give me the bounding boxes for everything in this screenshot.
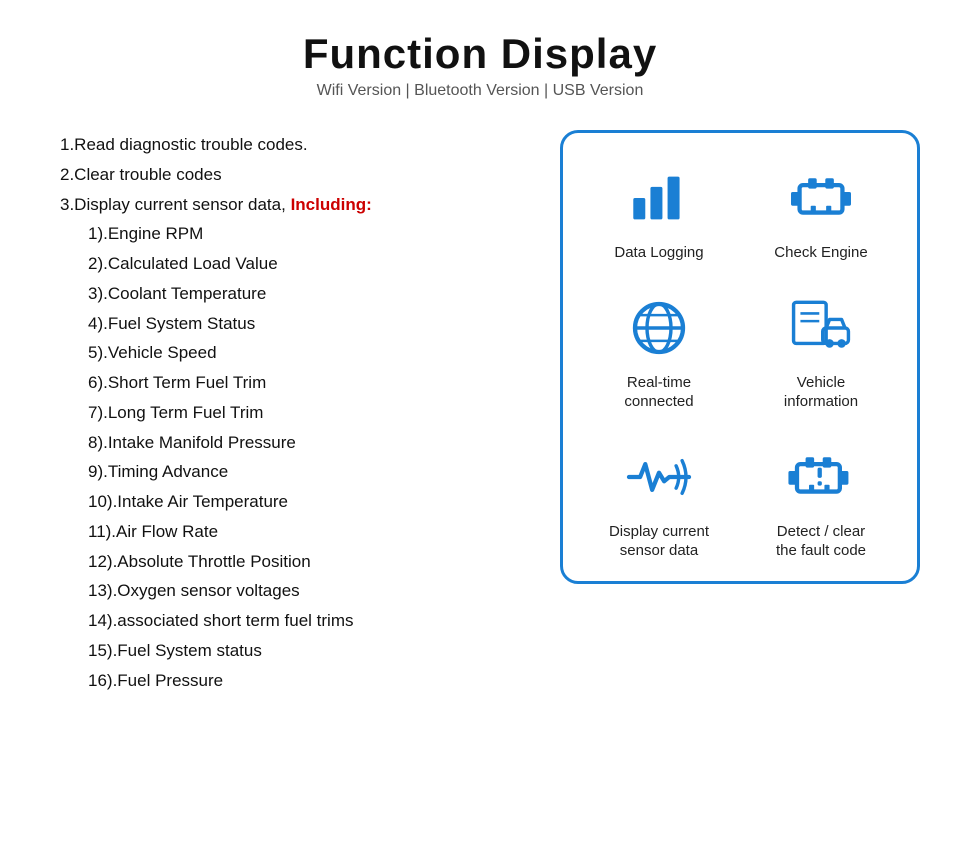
page-title: Function Display — [303, 30, 657, 78]
fault-code-icon — [781, 442, 861, 512]
feature-vehicle-info: Vehicleinformation — [781, 293, 861, 412]
data-logging-label: Data Logging — [614, 243, 703, 263]
fault-code-label: Detect / clearthe fault code — [776, 522, 866, 561]
sub-item-15: 15).Fuel System status — [88, 636, 530, 666]
sub-item-5: 5).Vehicle Speed — [88, 338, 530, 368]
data-logging-icon — [619, 163, 699, 233]
sub-item-4: 4).Fuel System Status — [88, 309, 530, 339]
sub-item-16: 16).Fuel Pressure — [88, 666, 530, 696]
feature-data-logging: Data Logging — [614, 163, 703, 263]
sub-item-6: 6).Short Term Fuel Trim — [88, 368, 530, 398]
page-header: Function Display Wifi Version | Bluetoot… — [303, 30, 657, 100]
sensor-data-label: Display currentsensor data — [609, 522, 709, 561]
sub-item-13: 13).Oxygen sensor voltages — [88, 576, 530, 606]
list-item-2: 2.Clear trouble codes — [60, 160, 530, 190]
sub-item-3: 3).Coolant Temperature — [88, 279, 530, 309]
feature-fault-code: Detect / clearthe fault code — [776, 442, 866, 561]
sub-item-1: 1).Engine RPM — [88, 219, 530, 249]
including-label: Including: — [291, 195, 372, 214]
feature-list: 1.Read diagnostic trouble codes. 2.Clear… — [40, 130, 530, 695]
sub-item-14: 14).associated short term fuel trims — [88, 606, 530, 636]
sub-item-8: 8).Intake Manifold Pressure — [88, 428, 530, 458]
features-panel: Data Logging Check Engine — [560, 130, 920, 584]
list-item-1: 1.Read diagnostic trouble codes. — [60, 130, 530, 160]
page: Function Display Wifi Version | Bluetoot… — [0, 0, 960, 847]
check-engine-label: Check Engine — [774, 243, 867, 263]
list-item-3: 3.Display current sensor data, Including… — [60, 190, 530, 220]
sub-item-12: 12).Absolute Throttle Position — [88, 547, 530, 577]
sub-item-11: 11).Air Flow Rate — [88, 517, 530, 547]
feature-check-engine: Check Engine — [774, 163, 867, 263]
vehicle-info-label: Vehicleinformation — [784, 373, 858, 412]
sub-items-list: 1).Engine RPM 2).Calculated Load Value 3… — [60, 219, 530, 695]
sub-item-2: 2).Calculated Load Value — [88, 249, 530, 279]
realtime-icon — [619, 293, 699, 363]
sensor-data-icon — [619, 442, 699, 512]
feature-realtime: Real-timeconnected — [619, 293, 699, 412]
realtime-label: Real-timeconnected — [624, 373, 693, 412]
sub-item-7: 7).Long Term Fuel Trim — [88, 398, 530, 428]
sub-item-9: 9).Timing Advance — [88, 457, 530, 487]
main-content: 1.Read diagnostic trouble codes. 2.Clear… — [40, 130, 920, 695]
check-engine-icon — [781, 163, 861, 233]
vehicle-info-icon — [781, 293, 861, 363]
sub-item-10: 10).Intake Air Temperature — [88, 487, 530, 517]
feature-sensor-data: Display currentsensor data — [609, 442, 709, 561]
page-subtitle: Wifi Version | Bluetooth Version | USB V… — [303, 82, 657, 100]
